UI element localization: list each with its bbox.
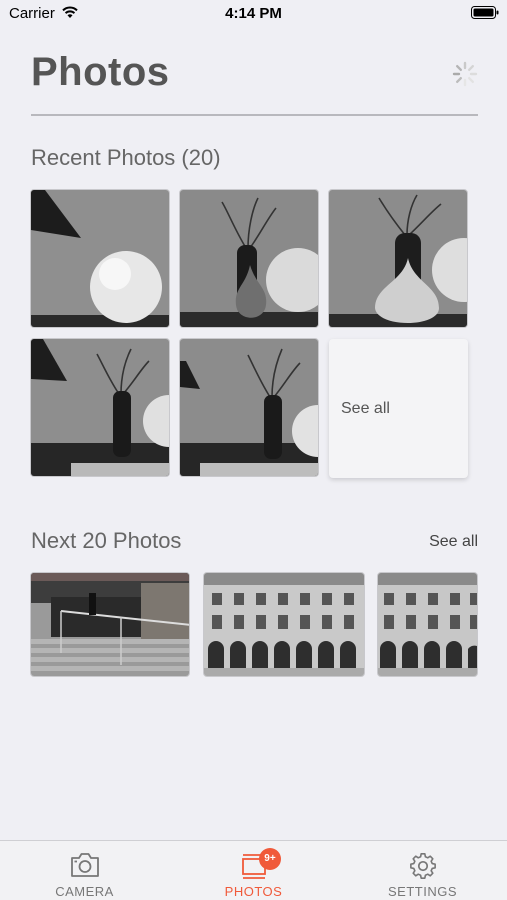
loading-spinner-icon <box>452 61 478 87</box>
recent-photo-3[interactable] <box>328 189 468 328</box>
tab-photos[interactable]: 9+ PHOTOS <box>169 841 338 900</box>
page-title: Photos <box>31 50 170 94</box>
photos-badge: 9+ <box>259 848 281 870</box>
tab-camera-label: CAMERA <box>55 884 114 899</box>
recent-photos-heading: Recent Photos (20) <box>31 145 221 170</box>
next-see-all-link[interactable]: See all <box>429 533 478 551</box>
tab-settings[interactable]: SETTINGS <box>338 841 507 900</box>
next-photos-heading: Next 20 Photos <box>31 528 182 553</box>
battery-icon <box>471 6 499 19</box>
tab-photos-label: PHOTOS <box>224 884 283 899</box>
recent-see-all-tile[interactable]: See all <box>329 339 468 478</box>
recent-photo-2[interactable] <box>179 189 319 328</box>
recent-see-all-label: See all <box>341 400 390 417</box>
camera-icon <box>70 853 99 877</box>
recent-photo-4[interactable] <box>30 338 170 477</box>
header-divider <box>31 114 478 116</box>
recent-photo-5[interactable] <box>179 338 319 477</box>
next-photo-3[interactable] <box>377 572 478 677</box>
tab-bar: CAMERA 9+ PHOTOS SETTINGS <box>0 840 507 900</box>
recent-photo-1[interactable] <box>30 189 170 328</box>
clock: 4:14 PM <box>225 5 282 22</box>
status-bar: Carrier 4:14 PM <box>0 0 507 28</box>
tab-camera[interactable]: CAMERA <box>0 841 169 900</box>
gear-icon <box>409 853 436 879</box>
tab-settings-label: SETTINGS <box>387 884 457 899</box>
next-photo-1[interactable] <box>30 572 190 677</box>
next-photo-2[interactable] <box>203 572 365 677</box>
